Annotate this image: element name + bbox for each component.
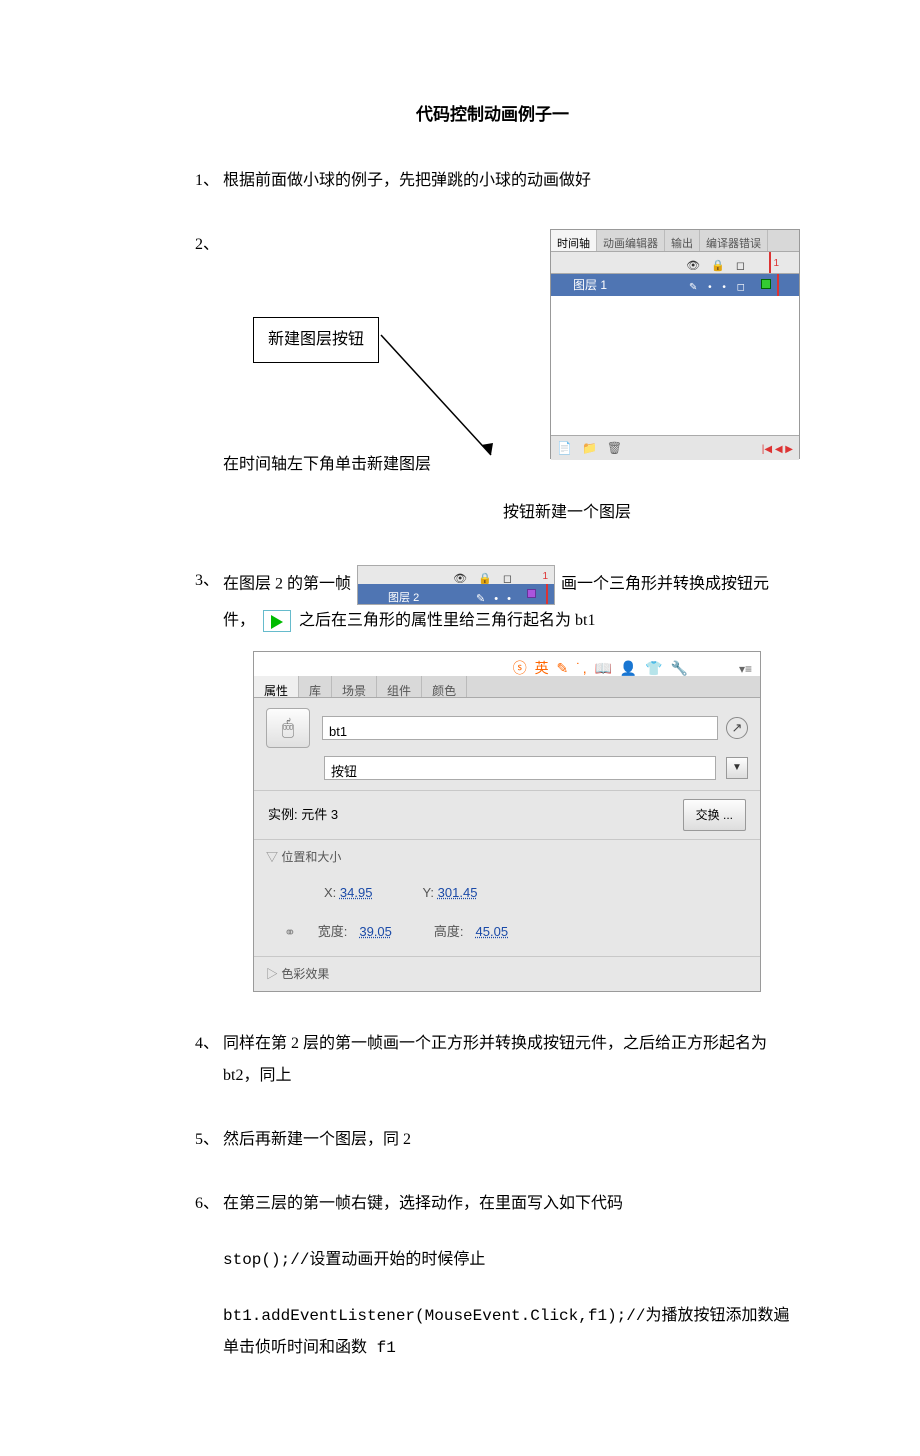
step-3-body: 在图层 2 的第一帧 👁 🔒 ◻ 1 图层 2 ✎ • • 画一个三角形并转换成… <box>223 565 790 992</box>
step-1-text: 根据前面做小球的例子，先把弹跳的小球的动画做好 <box>223 165 790 197</box>
tab-output[interactable]: 输出 <box>665 230 700 251</box>
tab-color[interactable]: 颜色 <box>422 676 467 697</box>
step-5-num: 5、 <box>195 1124 223 1156</box>
section-color-effect[interactable]: 色彩效果 <box>254 956 760 991</box>
keyframe-icon[interactable] <box>527 589 536 598</box>
arrow-to-new-layer-icon <box>373 327 503 467</box>
playhead-icon <box>546 584 548 604</box>
layer-1-tools: ✎ • • ◻ <box>689 278 749 298</box>
layer-2-name: 图层 2 <box>388 587 419 609</box>
step-2-body: 新建图层按钮 时间轴 动画编辑器 输出 编译器错误 👁 🔒 ◻ 1 <box>223 229 790 529</box>
step-3-text-a: 在图层 2 的第一帧 <box>223 576 351 593</box>
playhead-icon[interactable] <box>769 252 771 273</box>
step-2-text-after: 按钮新建一个图层 <box>503 504 631 521</box>
timeline-empty-area <box>551 296 799 436</box>
step-6-body: 在第三层的第一帧右键，选择动作，在里面写入如下代码 stop();//设置动画开… <box>223 1188 790 1364</box>
figure-layer-strip: 👁 🔒 ◻ 1 图层 2 ✎ • • <box>357 565 555 605</box>
height-label: 高度: <box>434 919 464 945</box>
layer-row-2[interactable]: 图层 2 ✎ • • <box>358 584 554 604</box>
step-4-num: 4、 <box>195 1028 223 1060</box>
layer-1-name: 图层 1 <box>551 273 607 297</box>
step-5: 5、然后再新建一个图层，同 2 <box>195 1124 790 1156</box>
swap-arrow-icon[interactable]: ↗ <box>726 717 748 739</box>
instance-label: 实例: <box>268 807 298 822</box>
symbol-type-icon[interactable]: 🖱 <box>266 708 310 748</box>
section-position-size[interactable]: 位置和大小 <box>254 839 760 874</box>
step-3-num: 3、 <box>195 565 223 597</box>
link-wh-icon[interactable]: ⚭ <box>284 918 296 946</box>
code-line-1: stop();//设置动画开始的时候停止 <box>223 1244 790 1276</box>
callout-new-layer: 新建图层按钮 <box>253 317 379 363</box>
tab-library[interactable]: 库 <box>299 676 332 697</box>
tab-motion-editor[interactable]: 动画编辑器 <box>597 230 665 251</box>
instance-name-input[interactable]: bt1 <box>322 716 718 740</box>
layer-2-tools: ✎ • • <box>476 588 514 610</box>
height-value[interactable]: 45.05 <box>476 919 509 945</box>
step-2: 2、 新建图层按钮 时间轴 动画编辑器 输出 编译器错误 👁 🔒 ◻ <box>195 229 790 529</box>
y-label: Y: <box>422 885 434 900</box>
x-label: X: <box>324 885 336 900</box>
step-3-text-c: 之后在三角形的属性里给三角行起名为 bt1 <box>299 612 595 629</box>
x-value[interactable]: 34.95 <box>340 885 373 900</box>
step-3: 3、 在图层 2 的第一帧 👁 🔒 ◻ 1 图层 2 ✎ • • 画一个三角形并… <box>195 565 790 992</box>
width-label: 宽度: <box>318 919 348 945</box>
figure-timeline-panel: 时间轴 动画编辑器 输出 编译器错误 👁 🔒 ◻ 1 图层 1 ✎ • • ◻ <box>550 229 800 459</box>
triangle-play-icon <box>263 610 291 632</box>
tab-compiler-errors[interactable]: 编译器错误 <box>700 230 768 251</box>
playhead-icon <box>777 274 779 296</box>
layer-row-1[interactable]: 图层 1 ✎ • • ◻ <box>551 274 799 296</box>
step-2-text-before: 在时间轴左下角单击新建图层 <box>223 456 431 473</box>
keyframe-icon[interactable] <box>761 279 771 289</box>
step-1: 1、根据前面做小球的例子，先把弹跳的小球的动画做好 <box>195 165 790 197</box>
tab-properties[interactable]: 属性 <box>254 676 299 697</box>
dropdown-icon[interactable]: ▼ <box>726 757 748 779</box>
step-4-text: 同样在第 2 层的第一帧画一个正方形并转换成按钮元件，之后给正方形起名为 bt2… <box>223 1028 790 1092</box>
code-line-2: bt1.addEventListener(MouseEvent.Click,f1… <box>223 1300 790 1364</box>
symbol-type-select[interactable]: 按钮 <box>324 756 716 780</box>
tab-timeline[interactable]: 时间轴 <box>551 230 597 251</box>
figure-properties-panel: ⓢ 英 ✎ ˙, 📖 👤 👕 🔧 ▾≡ 属性 库 场景 组件 颜色 🖱 bt1 <box>253 651 761 992</box>
panel-menu-icon[interactable]: ▾≡ <box>739 657 752 681</box>
step-6: 6、 在第三层的第一帧右键，选择动作，在里面写入如下代码 stop();//设置… <box>195 1188 790 1364</box>
new-layer-icon[interactable] <box>557 436 572 460</box>
y-value[interactable]: 301.45 <box>438 885 478 900</box>
step-6-text: 在第三层的第一帧右键，选择动作，在里面写入如下代码 <box>223 1195 623 1212</box>
step-5-text: 然后再新建一个图层，同 2 <box>223 1124 790 1156</box>
swap-button[interactable]: 交换 ... <box>683 799 746 831</box>
frame-1-label: 1 <box>773 254 779 274</box>
tab-scene[interactable]: 场景 <box>332 676 377 697</box>
instance-value: 元件 3 <box>301 807 338 822</box>
delete-layer-icon[interactable] <box>607 436 622 460</box>
new-folder-icon[interactable] <box>582 436 597 460</box>
step-6-num: 6、 <box>195 1188 223 1220</box>
page-title: 代码控制动画例子一 <box>195 100 790 125</box>
tab-components[interactable]: 组件 <box>377 676 422 697</box>
step-2-num: 2、 <box>195 229 223 261</box>
ime-toolbar: ⓢ 英 ✎ ˙, 📖 👤 👕 🔧 <box>513 654 690 682</box>
timeline-scrub-icons: |◀ ◀ ▶ <box>762 440 793 460</box>
width-value[interactable]: 39.05 <box>359 919 392 945</box>
step-1-num: 1、 <box>195 165 223 197</box>
step-4: 4、同样在第 2 层的第一帧画一个正方形并转换成按钮元件，之后给正方形起名为 b… <box>195 1028 790 1092</box>
